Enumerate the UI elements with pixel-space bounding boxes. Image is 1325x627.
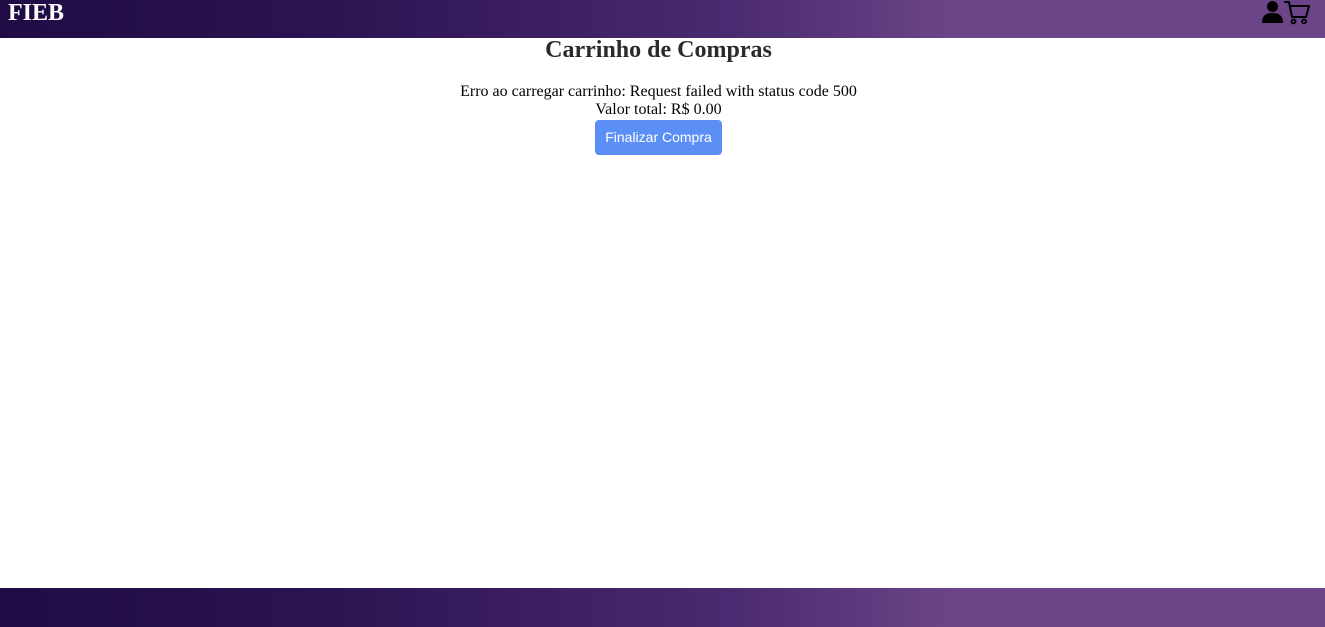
- brand-logo[interactable]: FIEB: [8, 0, 64, 26]
- header-bar: FIEB: [0, 0, 1325, 38]
- cart-content: Carrinho de Compras Erro ao carregar car…: [0, 38, 1317, 155]
- total-value: Valor total: R$ 0.00: [595, 101, 722, 118]
- page-title: Carrinho de Compras: [545, 37, 772, 63]
- shopping-cart-icon[interactable]: [1283, 0, 1311, 26]
- footer-bar: [0, 588, 1325, 627]
- error-message: Erro ao carregar carrinho: Request faile…: [460, 83, 857, 100]
- user-icon[interactable]: [1261, 0, 1284, 24]
- checkout-button[interactable]: Finalizar Compra: [595, 120, 722, 155]
